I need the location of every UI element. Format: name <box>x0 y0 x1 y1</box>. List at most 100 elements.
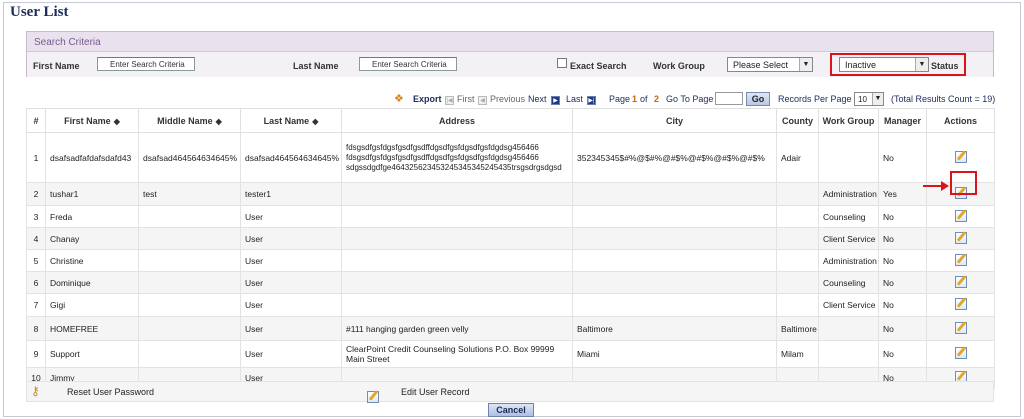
cell-first-name: HOMEFREE <box>45 316 139 341</box>
edit-user-icon[interactable] <box>954 209 967 222</box>
edit-user-icon[interactable] <box>954 231 967 244</box>
legend-bar: ⚷ Reset User Password Edit User Record <box>26 381 994 403</box>
cell-first-name: Chanay <box>45 227 139 250</box>
last-page-link[interactable]: Last <box>566 94 583 104</box>
cell-work-group <box>818 132 879 183</box>
column-header-first-name[interactable]: First Name ◆ <box>45 108 139 133</box>
cell-county <box>776 249 819 272</box>
cell-county <box>776 271 819 294</box>
cell-work-group: Counseling <box>818 271 879 294</box>
sort-icon[interactable]: ◆ <box>216 117 222 126</box>
table-row: 5 Christine User Administration No <box>26 249 995 272</box>
exact-search-label: Exact Search <box>570 61 627 71</box>
chevron-down-icon: ▼ <box>799 58 812 71</box>
first-name-label: First Name <box>33 61 80 71</box>
table-row: 8 HOMEFREE User #111 hanging garden gree… <box>26 316 995 341</box>
sort-icon[interactable]: ◆ <box>312 117 318 126</box>
table-row: 1 dsafsadfafdafsdafd43 dsafsad4645646346… <box>26 132 995 183</box>
cell-work-group: Client Service <box>818 293 879 317</box>
cell-work-group <box>818 316 879 341</box>
page-title: User List <box>10 4 69 20</box>
edit-record-legend: Edit User Record <box>401 387 470 397</box>
cell-address: #111 hanging garden green velly <box>341 316 573 341</box>
last-name-label: Last Name <box>293 61 339 71</box>
cell-work-group: Client Service <box>818 227 879 250</box>
edit-user-icon[interactable] <box>954 321 967 334</box>
table-row: 7 Gigi User Client Service No <box>26 293 995 317</box>
search-criteria-header: Search Criteria <box>27 32 993 52</box>
cell-actions <box>926 271 995 294</box>
records-per-page-label: Records Per Page <box>778 94 852 104</box>
cell-county <box>776 293 819 317</box>
cell-county: Baltimore <box>776 316 819 341</box>
sort-icon[interactable]: ◆ <box>114 117 120 126</box>
edit-user-icon[interactable] <box>954 298 967 310</box>
edit-user-icon[interactable] <box>954 347 967 359</box>
cell-first-name: Freda <box>45 205 139 228</box>
table-row: 6 Dominique User Counseling No <box>26 271 995 294</box>
work-group-select-value: Please Select <box>733 60 789 70</box>
cell-manager: No <box>878 340 927 368</box>
column-header-address: Address <box>341 108 573 133</box>
next-page-link[interactable]: Next <box>528 94 547 104</box>
table-row: 2 tushar1 test tester1 Administration Ye… <box>26 182 995 206</box>
cell-middle-name: dsafsad464564634645% <box>138 132 241 183</box>
column-header-last-name[interactable]: Last Name ◆ <box>240 108 342 133</box>
exact-search-checkbox[interactable] <box>557 58 567 68</box>
previous-page-link[interactable]: Previous <box>490 94 525 104</box>
reset-password-legend: Reset User Password <box>67 387 155 397</box>
cell-middle-name: test <box>138 182 241 206</box>
table-header-row: # First Name ◆ Middle Name ◆ Last Name ◆ Ad… <box>26 108 995 133</box>
column-header-middle-name[interactable]: Middle Name ◆ <box>138 108 241 133</box>
column-header-num: # <box>26 108 46 133</box>
pager-bar: ❖ Export |◀ First ◀ Previous Next ▶ Last… <box>394 92 996 106</box>
search-criteria-row: First Name Enter Search Criteria Last Na… <box>27 52 993 77</box>
cell-actions <box>926 205 995 228</box>
cell-first-name: Dominique <box>45 271 139 294</box>
cell-address: fdsgsdfgsfdgsfgsdfgsdffdgsdfgsfdgsdfgsfd… <box>341 132 573 183</box>
go-button[interactable]: Go <box>746 92 770 106</box>
cell-last-name: User <box>240 271 342 294</box>
cell-address: ClearPoint Credit Counseling Solutions P… <box>341 340 573 368</box>
edit-user-icon[interactable] <box>954 253 967 266</box>
last-name-input[interactable]: Enter Search Criteria <box>359 57 457 71</box>
edit-user-icon[interactable] <box>954 275 967 288</box>
cell-num: 6 <box>26 271 46 294</box>
cell-manager: No <box>878 227 927 250</box>
cell-county: Milam <box>776 340 819 368</box>
column-header-work-group: Work Group <box>818 108 879 133</box>
status-highlight-box <box>830 53 966 76</box>
cell-work-group <box>818 340 879 368</box>
cell-county: Adair <box>776 132 819 183</box>
work-group-select[interactable]: Please Select ▼ <box>727 57 813 72</box>
cell-city <box>572 293 777 317</box>
goto-page-input[interactable] <box>715 92 743 105</box>
cancel-button[interactable]: Cancel <box>488 403 534 417</box>
cell-num: 4 <box>26 227 46 250</box>
edit-user-icon[interactable] <box>954 150 967 163</box>
first-name-input[interactable]: Enter Search Criteria <box>97 57 195 71</box>
cell-manager: No <box>878 316 927 341</box>
cell-middle-name <box>138 293 241 317</box>
cell-last-name: User <box>240 316 342 341</box>
page-label: Page <box>609 94 631 104</box>
cell-city: Baltimore <box>572 316 777 341</box>
records-per-page-select[interactable]: 10 ▼ <box>854 92 884 106</box>
cell-address <box>341 205 573 228</box>
cell-work-group: Counseling <box>818 205 879 228</box>
export-link[interactable]: Export <box>413 94 442 104</box>
cell-last-name: User <box>240 227 342 250</box>
records-per-page-value: 10 <box>858 95 867 104</box>
cell-address <box>341 249 573 272</box>
cell-middle-name <box>138 271 241 294</box>
cell-middle-name <box>138 316 241 341</box>
cell-manager: No <box>878 205 927 228</box>
cell-city: 352345345$#%@$#%@#$%@#$%@#$%@#$% <box>572 132 777 183</box>
cell-middle-name <box>138 205 241 228</box>
cell-city <box>572 205 777 228</box>
first-page-link[interactable]: First <box>457 94 475 104</box>
cell-work-group: Administration <box>818 182 879 206</box>
cell-city <box>572 271 777 294</box>
cell-county <box>776 182 819 206</box>
work-group-label: Work Group <box>653 61 705 71</box>
